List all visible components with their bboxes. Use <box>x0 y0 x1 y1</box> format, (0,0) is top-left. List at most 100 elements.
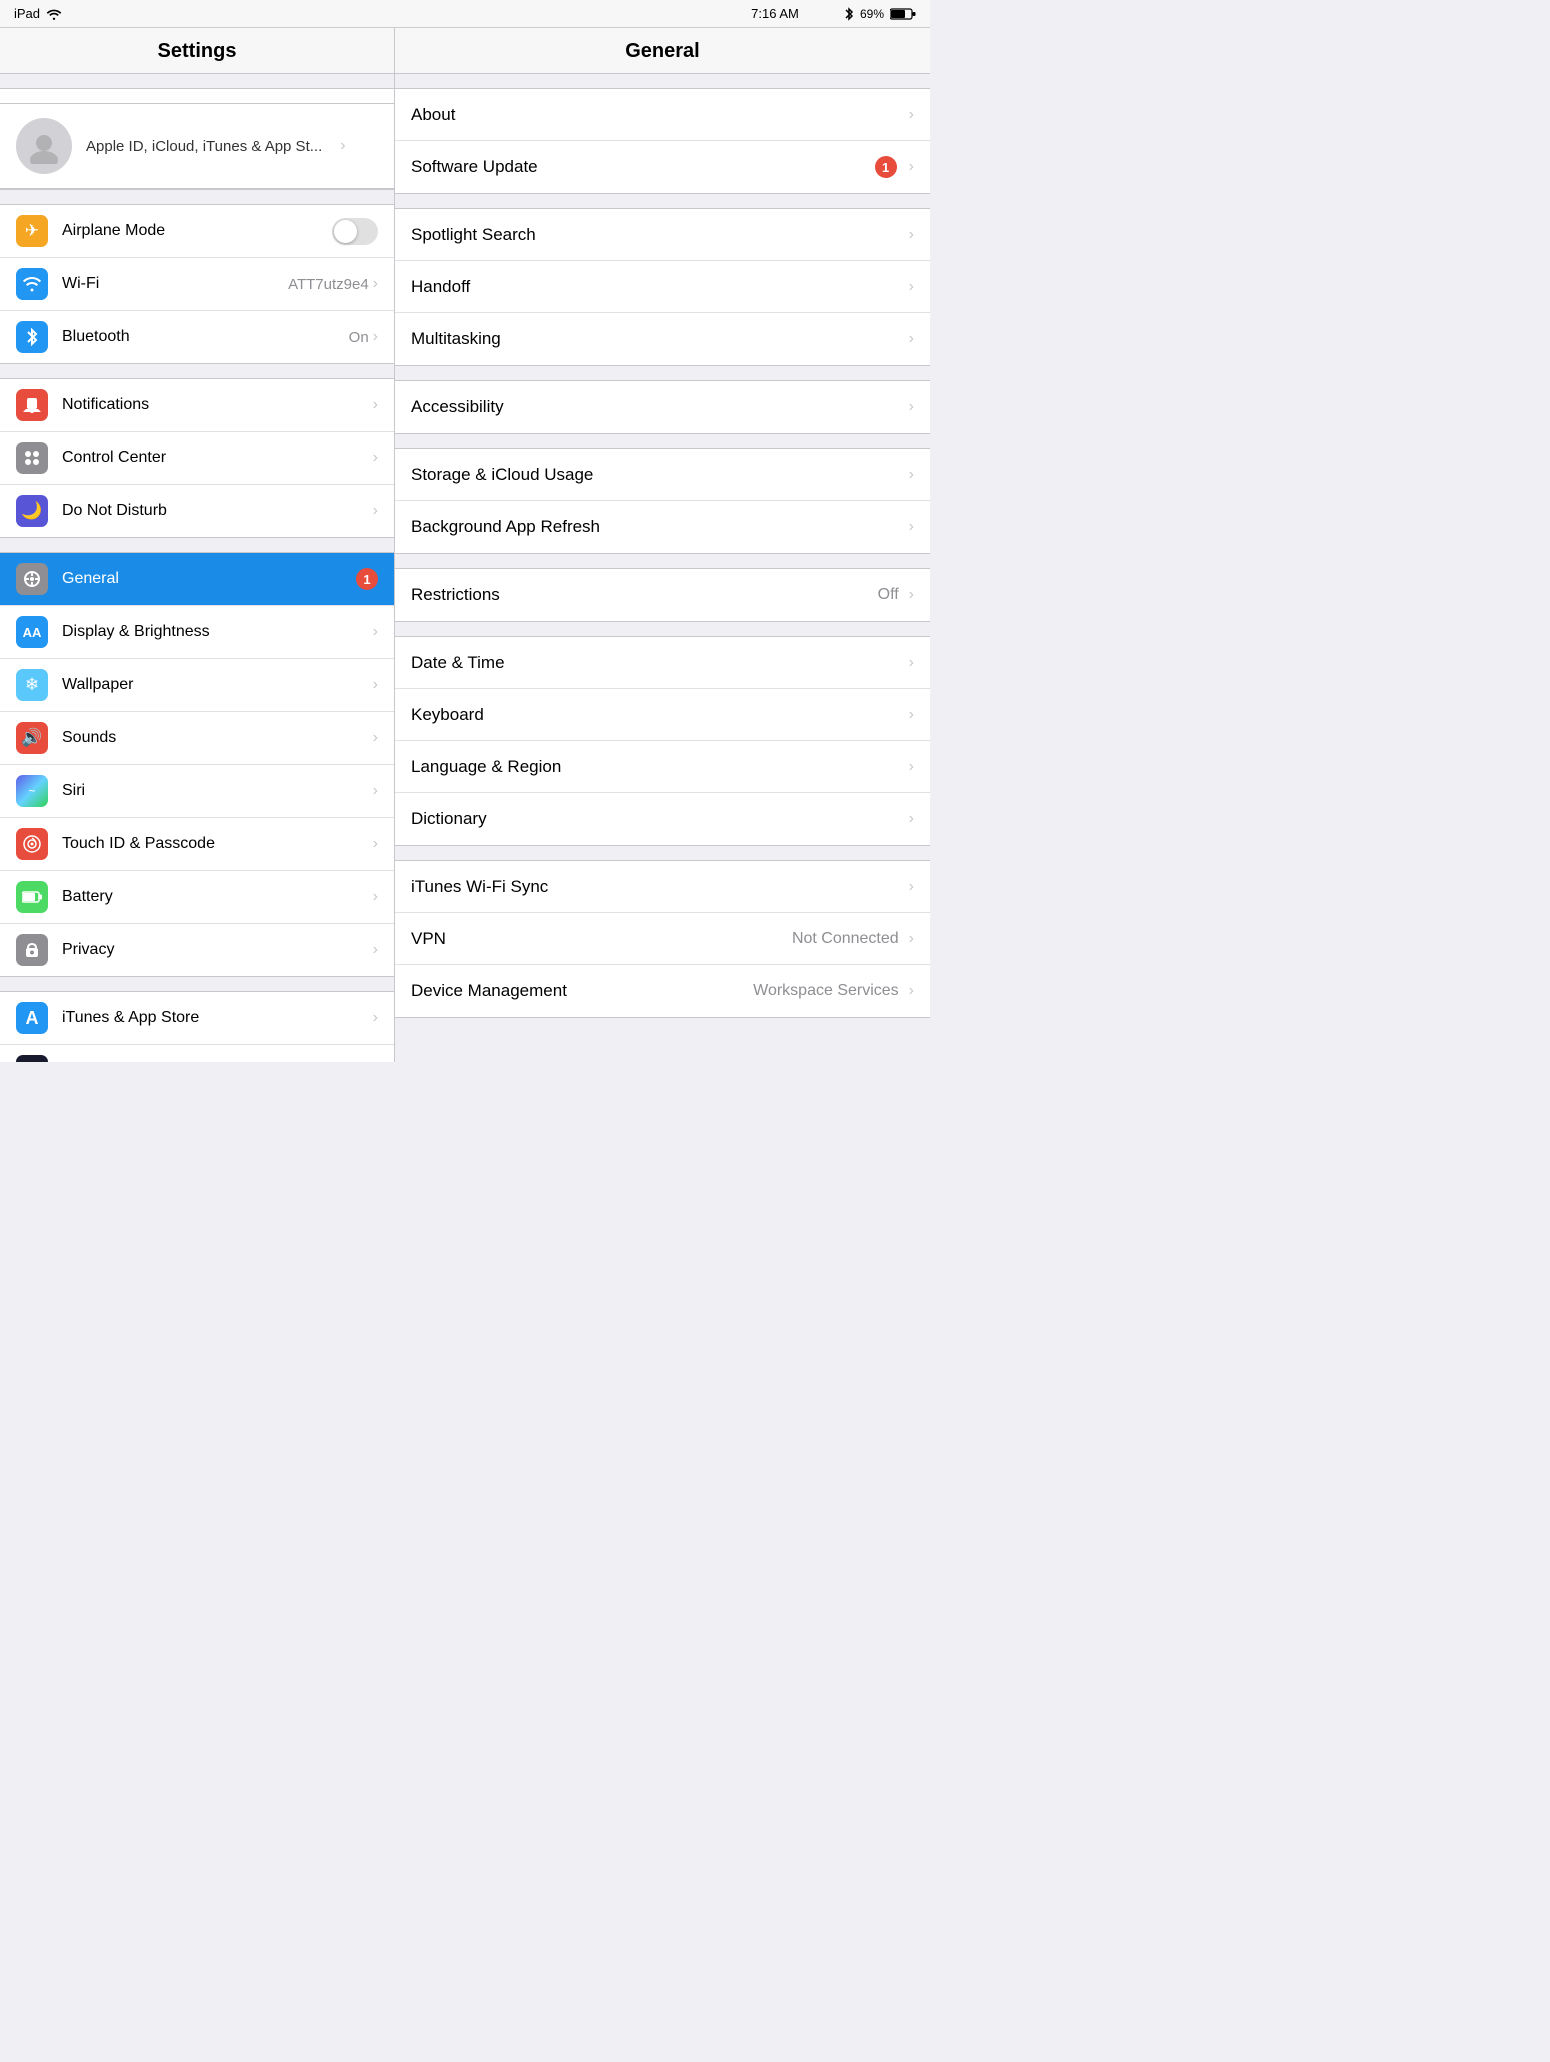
sounds-label: Sounds <box>62 729 369 747</box>
software-update-badge: 1 <box>875 156 897 178</box>
right-item-restrictions[interactable]: Restrictions Off › <box>395 569 930 621</box>
wifi-icon <box>46 8 62 20</box>
sidebar-item-touch-id[interactable]: Touch ID & Passcode › <box>0 818 394 871</box>
bluetooth-icon <box>16 321 48 353</box>
airplane-mode-toggle[interactable] <box>332 218 378 245</box>
accessibility-chevron: › <box>909 398 914 416</box>
sidebar-header: Settings <box>0 28 394 74</box>
keyboard-chevron: › <box>909 706 914 724</box>
sidebar-item-notifications[interactable]: Notifications › <box>0 379 394 432</box>
restrictions-chevron: › <box>909 586 914 604</box>
date-time-label: Date & Time <box>411 653 905 673</box>
itunes-app-store-label: iTunes & App Store <box>62 1009 369 1027</box>
language-region-label: Language & Region <box>411 757 905 777</box>
right-group-about: About › Software Update 1 › <box>395 88 930 194</box>
right-item-itunes-wifi-sync[interactable]: iTunes Wi-Fi Sync › <box>395 861 930 913</box>
siri-chevron: › <box>373 782 378 800</box>
sidebar-group-connectivity: ✈ Airplane Mode Wi-Fi ATT7utz9e4 › <box>0 204 394 364</box>
sidebar-item-display-brightness[interactable]: AA Display & Brightness › <box>0 606 394 659</box>
do-not-disturb-label: Do Not Disturb <box>62 502 369 520</box>
device-management-value: Workspace Services <box>753 982 899 1000</box>
airplane-mode-icon: ✈ <box>16 215 48 247</box>
sidebar-item-sounds[interactable]: 🔊 Sounds › <box>0 712 394 765</box>
right-item-language-region[interactable]: Language & Region › <box>395 741 930 793</box>
right-item-handoff[interactable]: Handoff › <box>395 261 930 313</box>
notifications-chevron: › <box>373 396 378 414</box>
battery-label: Battery <box>62 888 369 906</box>
sidebar-item-bluetooth[interactable]: Bluetooth On › <box>0 311 394 363</box>
sidebar-group-main: General 1 AA Display & Brightness › ❄ Wa… <box>0 552 394 977</box>
battery-icon <box>890 7 916 21</box>
touch-id-icon <box>16 828 48 860</box>
background-app-refresh-label: Background App Refresh <box>411 517 905 537</box>
privacy-icon <box>16 934 48 966</box>
right-item-multitasking[interactable]: Multitasking › <box>395 313 930 365</box>
right-item-dictionary[interactable]: Dictionary › <box>395 793 930 845</box>
sidebar-title: Settings <box>158 40 237 62</box>
right-panel-header: General <box>395 28 930 74</box>
right-item-software-update[interactable]: Software Update 1 › <box>395 141 930 193</box>
wifi-value: ATT7utz9e4 <box>288 276 369 293</box>
right-item-date-time[interactable]: Date & Time › <box>395 637 930 689</box>
right-item-accessibility[interactable]: Accessibility › <box>395 381 930 433</box>
device-management-label: Device Management <box>411 981 753 1001</box>
right-item-storage[interactable]: Storage & iCloud Usage › <box>395 449 930 501</box>
vpn-chevron: › <box>909 930 914 948</box>
device-management-chevron: › <box>909 982 914 1000</box>
right-item-background-app-refresh[interactable]: Background App Refresh › <box>395 501 930 553</box>
sidebar-item-control-center[interactable]: Control Center › <box>0 432 394 485</box>
right-item-about[interactable]: About › <box>395 89 930 141</box>
about-chevron: › <box>909 106 914 124</box>
right-item-keyboard[interactable]: Keyboard › <box>395 689 930 741</box>
wallpaper-label: Wallpaper <box>62 676 369 694</box>
profile-section[interactable]: Apple ID, iCloud, iTunes & App St... › <box>0 88 394 190</box>
profile-chevron: › <box>340 137 345 155</box>
bluetooth-label: Bluetooth <box>62 328 341 346</box>
accessibility-label: Accessibility <box>411 397 905 417</box>
display-brightness-chevron: › <box>373 623 378 641</box>
sidebar-item-wallpaper[interactable]: ❄ Wallpaper › <box>0 659 394 712</box>
language-region-chevron: › <box>909 758 914 776</box>
right-group-accessibility: Accessibility › <box>395 380 930 434</box>
sidebar-item-general[interactable]: General 1 <box>0 553 394 606</box>
vpn-label: VPN <box>411 929 792 949</box>
sidebar-item-privacy[interactable]: Privacy › <box>0 924 394 976</box>
sidebar-item-airplane-mode[interactable]: ✈ Airplane Mode <box>0 205 394 258</box>
wallpaper-icon: ❄ <box>16 669 48 701</box>
right-panel-title: General <box>625 40 699 62</box>
right-item-device-management[interactable]: Device Management Workspace Services › <box>395 965 930 1017</box>
right-item-vpn[interactable]: VPN Not Connected › <box>395 913 930 965</box>
right-item-spotlight-search[interactable]: Spotlight Search › <box>395 209 930 261</box>
bluetooth-chevron: › <box>373 328 378 346</box>
touch-id-label: Touch ID & Passcode <box>62 835 369 853</box>
sidebar-item-do-not-disturb[interactable]: 🌙 Do Not Disturb › <box>0 485 394 537</box>
display-brightness-icon: AA <box>16 616 48 648</box>
sidebar-item-siri[interactable]: ~ Siri › <box>0 765 394 818</box>
general-badge: 1 <box>356 568 378 590</box>
restrictions-value: Off <box>878 586 899 604</box>
keyboard-label: Keyboard <box>411 705 905 725</box>
profile-item[interactable]: Apple ID, iCloud, iTunes & App St... › <box>0 103 394 189</box>
sidebar-item-itunes-app-store[interactable]: A iTunes & App Store › <box>0 992 394 1045</box>
airplane-mode-label: Airplane Mode <box>62 222 324 240</box>
battery-chevron: › <box>373 888 378 906</box>
sidebar: Settings Apple ID, iCloud, iTunes & App … <box>0 28 395 1062</box>
right-group-locale: Date & Time › Keyboard › Language & Regi… <box>395 636 930 846</box>
storage-chevron: › <box>909 466 914 484</box>
date-time-chevron: › <box>909 654 914 672</box>
right-group-restrictions: Restrictions Off › <box>395 568 930 622</box>
handoff-chevron: › <box>909 278 914 296</box>
do-not-disturb-icon: 🌙 <box>16 495 48 527</box>
sidebar-item-wifi[interactable]: Wi-Fi ATT7utz9e4 › <box>0 258 394 311</box>
general-label: General <box>62 570 348 588</box>
privacy-chevron: › <box>373 941 378 959</box>
control-center-icon <box>16 442 48 474</box>
wifi-chevron: › <box>373 275 378 293</box>
general-icon <box>16 563 48 595</box>
sidebar-item-battery[interactable]: Battery › <box>0 871 394 924</box>
wallet-icon <box>16 1055 48 1062</box>
touch-id-chevron: › <box>373 835 378 853</box>
notifications-icon <box>16 389 48 421</box>
sidebar-item-wallet[interactable]: Wallet & Apple Pay › <box>0 1045 394 1062</box>
dictionary-chevron: › <box>909 810 914 828</box>
